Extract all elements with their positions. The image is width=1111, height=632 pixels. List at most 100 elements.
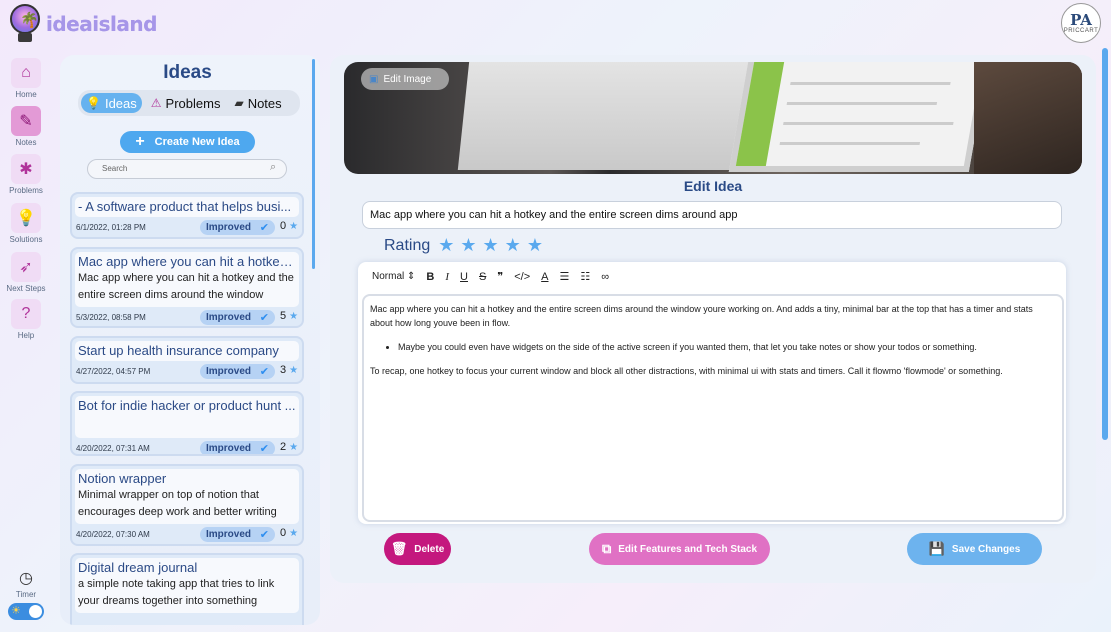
card-title: Notion wrapper (78, 471, 167, 486)
status-badge: Improved ✔ (200, 220, 275, 235)
nav-item-home[interactable]: ⌂ Home (4, 58, 48, 99)
edit-image-button[interactable]: ▣ Edit Image (361, 68, 449, 90)
strikethrough-icon[interactable]: S (479, 271, 486, 283)
search-icon[interactable]: ⌕ (270, 161, 276, 174)
rating-stars: ★ ★ ★ ★ ★ (438, 235, 543, 256)
warning-icon: ⚠ (150, 96, 162, 110)
rich-text-editor: Normal ⇕ B I U S ❞ </> A ☰ ☷ ∞ Mac app w… (358, 262, 1066, 524)
hero-imac (457, 62, 761, 170)
count-value: 0 (280, 527, 287, 539)
nav-item-problems[interactable]: ✱ Problems (4, 154, 48, 195)
code-icon[interactable]: </> (514, 271, 530, 283)
star-icon: ★ (289, 364, 299, 376)
card-footer: 4/27/2022, 04:57 PM Improved ✔ 3 ★ (72, 361, 302, 381)
card-title-box: - A software product that helps busi... (75, 197, 299, 217)
star-icon[interactable]: ★ (438, 235, 454, 256)
badge-label: Improved (206, 366, 252, 377)
delete-label: Delete (414, 543, 445, 555)
nav-label: Solutions (9, 235, 43, 244)
edit-idea-panel: ▣ Edit Image Edit Idea Mac app where you… (330, 55, 1096, 583)
edit-features-button[interactable]: ⧉ Edit Features and Tech Stack (589, 533, 770, 565)
card-footer: 5/3/2022, 08:58 PM Improved ✔ 5 ★ (72, 307, 302, 326)
ordered-list-icon[interactable]: ☰ (560, 270, 570, 283)
tab-label: Ideas (104, 95, 137, 111)
nav-item-notes[interactable]: ✎ Notes (4, 106, 48, 147)
save-icon: 💾 (928, 541, 945, 556)
idea-card[interactable]: Notion wrapper Minimal wrapper on top of… (70, 464, 304, 546)
idea-card[interactable]: Mac app where you can hit a hotkey ... M… (70, 247, 304, 328)
idea-title-input[interactable]: Mac app where you can hit a hotkey and t… (362, 201, 1062, 229)
tab-label: Notes (247, 95, 282, 111)
idea-card[interactable]: Digital dream journal a simple note taki… (70, 553, 304, 625)
avatar-brand: PRICCART (1063, 27, 1099, 34)
format-select[interactable]: Normal ⇕ (372, 271, 415, 282)
card-footer: 4/20/2022, 07:31 AM Improved ✔ 2 ★ (72, 438, 302, 455)
app-logo[interactable]: 🌴 ideaisland (8, 4, 157, 44)
quote-icon[interactable]: ❞ (497, 270, 503, 283)
link-icon[interactable]: ∞ (601, 271, 609, 283)
count-value: 2 (280, 441, 287, 453)
category-tabs: 💡 Ideas ⚠ Problems ▰ Notes (78, 90, 300, 116)
timer-button[interactable]: ◷ Timer (6, 568, 46, 599)
text-color-icon[interactable]: A (541, 271, 548, 283)
count-value: 3 (280, 364, 287, 376)
idea-card[interactable]: Start up health insurance company 4/27/2… (70, 336, 304, 384)
delete-button[interactable]: 🗑 Delete (384, 533, 451, 565)
rating-label: Rating (384, 236, 431, 254)
notes-icon: ✎ (11, 106, 41, 136)
bullet-list-icon[interactable]: ☷ (580, 270, 590, 283)
tab-notes[interactable]: ▰ Notes (229, 93, 286, 113)
tab-problems[interactable]: ⚠ Problems (146, 93, 226, 113)
nav-item-next-steps[interactable]: ➶ Next Steps (4, 252, 48, 293)
card-title: - A software product that helps busi... (78, 199, 292, 214)
rocket-icon: ➶ (11, 252, 41, 282)
toggle-knob (29, 605, 42, 618)
star-icon: ★ (289, 441, 299, 453)
editor-content[interactable]: Mac app where you can hit a hotkey and t… (362, 294, 1064, 522)
save-changes-button[interactable]: 💾 Save Changes (907, 533, 1042, 565)
help-icon: ? (11, 299, 41, 329)
format-label: Normal (372, 271, 405, 282)
tab-ideas[interactable]: 💡 Ideas (81, 93, 142, 113)
status-badge: Improved ✔ (200, 310, 275, 325)
external-link-icon: ⧉ (601, 541, 612, 556)
tab-label: Problems (165, 95, 221, 111)
nav-label: Problems (9, 186, 43, 195)
star-icon[interactable]: ★ (527, 235, 543, 256)
check-icon: ✔ (259, 443, 269, 455)
check-icon: ✔ (259, 366, 269, 378)
star-icon[interactable]: ★ (483, 235, 499, 256)
hero-desk (974, 62, 1082, 174)
card-title-box: Mac app where you can hit a hotkey ... M… (75, 252, 299, 307)
create-idea-button[interactable]: + Create New Idea (120, 131, 255, 153)
rating-count: 2 ★ (280, 441, 298, 453)
rating-count: 3 ★ (280, 364, 298, 376)
bold-icon[interactable]: B (426, 271, 434, 283)
card-date: 5/3/2022, 08:58 PM (76, 312, 146, 322)
count-value: 5 (280, 310, 287, 322)
idea-card[interactable]: - A software product that helps busi... … (70, 192, 304, 239)
lightbulb-icon: 💡 (86, 96, 101, 110)
edit-idea-heading: Edit Idea (683, 178, 743, 194)
idea-card[interactable]: Bot for indie hacker or product hunt ...… (70, 391, 304, 456)
theme-toggle[interactable]: ☀ (8, 603, 44, 620)
ideas-scrollbar[interactable] (312, 59, 315, 269)
status-badge: Improved ✔ (200, 527, 275, 542)
underline-icon[interactable]: U (460, 271, 468, 283)
card-date: 6/1/2022, 01:28 PM (76, 222, 146, 232)
star-icon[interactable]: ★ (460, 235, 476, 256)
card-title: Mac app where you can hit a hotkey ... (78, 254, 296, 269)
italic-icon[interactable]: I (445, 271, 449, 283)
edit-image-label: Edit Image (383, 73, 432, 85)
page-scrollbar[interactable] (1102, 48, 1108, 440)
trash-icon: 🗑 (390, 541, 408, 556)
star-icon[interactable]: ★ (505, 235, 521, 256)
search-input[interactable]: Search (87, 159, 287, 179)
idea-cover-image: ▣ Edit Image (344, 62, 1082, 174)
card-title: Digital dream journal (78, 560, 198, 575)
user-avatar[interactable]: PA PRICCART (1061, 3, 1101, 43)
nav-item-solutions[interactable]: 💡 Solutions (4, 203, 48, 244)
nav-item-help[interactable]: ? Help (4, 299, 48, 340)
card-title-box: Digital dream journal a simple note taki… (75, 558, 299, 613)
sun-icon: ☀ (11, 605, 21, 617)
